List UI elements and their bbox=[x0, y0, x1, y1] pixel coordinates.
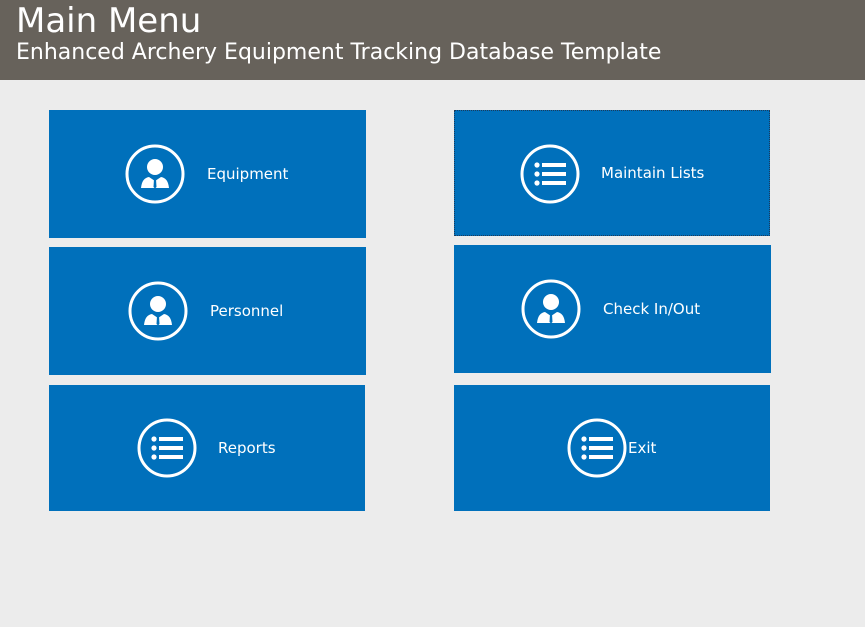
person-icon bbox=[125, 144, 185, 204]
reports-button[interactable]: Reports bbox=[49, 385, 365, 511]
header-bar: Main Menu Enhanced Archery Equipment Tra… bbox=[0, 0, 865, 80]
list-icon bbox=[520, 144, 580, 204]
exit-button[interactable]: Exit bbox=[454, 385, 770, 511]
equipment-label: Equipment bbox=[207, 165, 289, 183]
page-subtitle: Enhanced Archery Equipment Tracking Data… bbox=[16, 40, 662, 65]
exit-label: Exit bbox=[628, 439, 657, 457]
person-icon bbox=[128, 281, 188, 341]
equipment-button[interactable]: Equipment bbox=[49, 110, 366, 238]
person-icon bbox=[521, 279, 581, 339]
list-icon bbox=[137, 418, 197, 478]
check-in-out-label: Check In/Out bbox=[603, 300, 701, 318]
check-in-out-button[interactable]: Check In/Out bbox=[454, 245, 771, 373]
maintain-lists-button[interactable]: Maintain Lists bbox=[454, 110, 770, 236]
page-title: Main Menu bbox=[16, 1, 202, 41]
personnel-button[interactable]: Personnel bbox=[49, 247, 366, 375]
list-icon bbox=[567, 418, 627, 478]
reports-label: Reports bbox=[218, 439, 276, 457]
maintain-lists-label: Maintain Lists bbox=[601, 164, 705, 182]
personnel-label: Personnel bbox=[210, 302, 284, 320]
